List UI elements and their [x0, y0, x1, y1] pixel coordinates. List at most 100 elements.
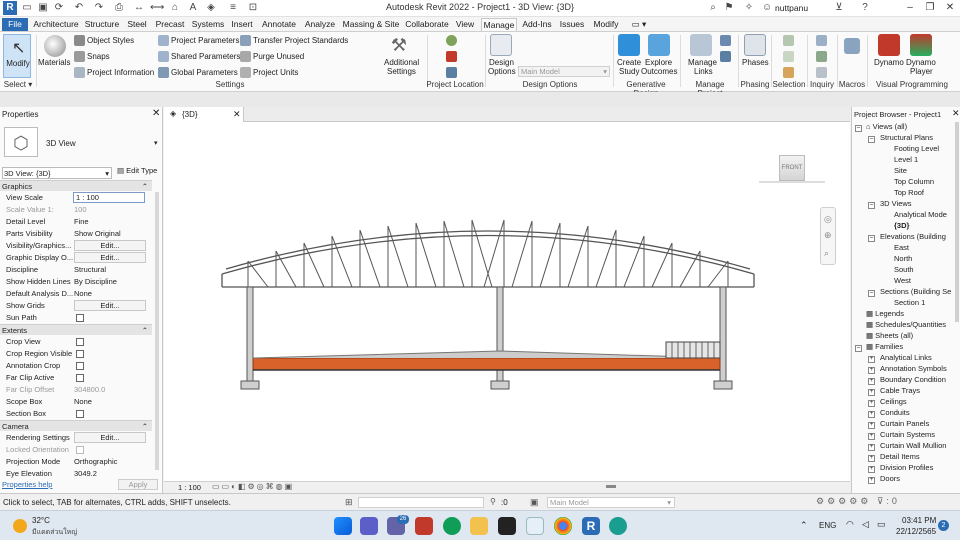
- row-view-scale[interactable]: View Scale 1 : 100: [2, 192, 145, 204]
- tab-add-ins[interactable]: Add-Ins: [520, 18, 554, 31]
- load-selection-icon[interactable]: [783, 51, 794, 62]
- revit-taskbar-icon[interactable]: R: [582, 517, 600, 535]
- view-tab-3d[interactable]: ◈ {3D} ✕: [164, 107, 244, 122]
- collapse-icon[interactable]: –: [868, 235, 875, 242]
- browser-item[interactable]: Structural Plans: [880, 133, 933, 143]
- project-information-button[interactable]: Project Information: [87, 68, 154, 77]
- browser-item[interactable]: Division Profiles: [880, 463, 933, 473]
- crop-view-checkbox[interactable]: [76, 338, 84, 346]
- windows-start-icon[interactable]: [334, 517, 352, 535]
- tab-annotate[interactable]: Annotate: [258, 18, 300, 31]
- collapse-icon[interactable]: –: [868, 202, 875, 209]
- browser-item[interactable]: Top Roof: [894, 188, 924, 198]
- save-selection-icon[interactable]: [783, 35, 794, 46]
- position-icon[interactable]: [446, 67, 457, 78]
- wrench-icon[interactable]: ⚒: [388, 34, 410, 56]
- ids-of-selection-icon[interactable]: [816, 35, 827, 46]
- view-control-icons[interactable]: ▭▭◐◧⚙◎⌘◍▣: [212, 482, 294, 491]
- drawing-area[interactable]: ◈ {3D} ✕ FRONT ◎ ⊕ ⌕ 1: 100 ▭▭◐◧⚙◎⌘◍▣: [164, 107, 850, 493]
- main-model-dropdown[interactable]: Main Model ▾: [518, 66, 610, 77]
- weather-temp[interactable]: 32°C: [32, 516, 50, 525]
- project-parameters-button[interactable]: Project Parameters: [171, 36, 239, 45]
- help-center-icon[interactable]: ✧: [742, 1, 756, 15]
- browser-item[interactable]: Cable Trays: [880, 386, 920, 396]
- tab-file[interactable]: File: [2, 18, 28, 31]
- object-styles-button[interactable]: Object Styles: [87, 36, 134, 45]
- contextual-dropdown-icon[interactable]: ▭ ▾: [625, 18, 653, 31]
- weather-icon[interactable]: [13, 519, 27, 533]
- type-dropdown-icon[interactable]: ▾: [154, 139, 158, 147]
- browser-item[interactable]: Detail Items: [880, 452, 920, 462]
- modify-button[interactable]: ↖ Modify: [3, 34, 31, 78]
- properties-close-icon[interactable]: ✕: [152, 108, 160, 119]
- browser-item[interactable]: Level 1: [894, 155, 918, 165]
- collapse-icon[interactable]: –: [868, 136, 875, 143]
- far-clip-checkbox[interactable]: [76, 374, 84, 382]
- tab-precast[interactable]: Precast: [153, 18, 187, 31]
- expand-icon[interactable]: +: [868, 356, 875, 363]
- workset-dropdown[interactable]: [358, 497, 484, 508]
- edit-selection-icon[interactable]: [783, 67, 794, 78]
- user-name[interactable]: nuttpanu: [775, 3, 808, 13]
- browser-item[interactable]: Analytical Links: [880, 353, 932, 363]
- collapse-icon[interactable]: –: [855, 345, 862, 352]
- notification-badge[interactable]: 2: [938, 520, 949, 531]
- select-by-id-icon[interactable]: [816, 51, 827, 62]
- chevron-up-icon[interactable]: ⌃: [800, 520, 808, 531]
- edge-icon[interactable]: [443, 517, 461, 535]
- browser-item[interactable]: Doors: [880, 474, 900, 484]
- expand-icon[interactable]: +: [868, 422, 875, 429]
- structure-model[interactable]: [164, 122, 850, 467]
- tab-massing-site[interactable]: Massing & Site: [340, 18, 402, 31]
- phases-button[interactable]: Phases: [742, 58, 769, 67]
- global-parameters-button[interactable]: Global Parameters: [171, 68, 238, 77]
- project-units-button[interactable]: Project Units: [253, 68, 298, 77]
- browser-scrollbar[interactable]: [955, 122, 959, 322]
- show-grids-edit-button[interactable]: Edit...: [74, 300, 146, 311]
- create-study-label-2[interactable]: Study: [619, 67, 639, 76]
- language-indicator[interactable]: ENG: [819, 521, 836, 530]
- browser-item[interactable]: Curtain Systems: [880, 430, 935, 440]
- row-detail-level[interactable]: Detail Level Fine: [2, 216, 144, 228]
- browser-item[interactable]: Elevations (Building: [880, 232, 946, 242]
- dynamo-player-icon[interactable]: [910, 34, 932, 56]
- browser-item[interactable]: Sections (Building Se: [880, 287, 951, 297]
- file-explorer-icon[interactable]: [470, 517, 488, 535]
- dynamo-player-label-2[interactable]: Player: [910, 67, 933, 76]
- row-scope-box[interactable]: Scope Box None: [2, 396, 144, 408]
- warnings-icon[interactable]: [816, 67, 827, 78]
- collapse-icon[interactable]: –: [855, 125, 862, 132]
- active-app-icon[interactable]: [526, 517, 544, 535]
- battery-icon[interactable]: ▭: [877, 519, 886, 530]
- explore-outcomes-label-2[interactable]: Outcomes: [641, 67, 677, 76]
- tab-steel[interactable]: Steel: [124, 18, 150, 31]
- properties-scrollbar[interactable]: [155, 192, 159, 470]
- autocad-icon[interactable]: [415, 517, 433, 535]
- expand-icon[interactable]: +: [868, 466, 875, 473]
- browser-item[interactable]: ▦ Schedules/Quantities: [866, 320, 946, 330]
- dynamo-player-label-1[interactable]: Dynamo: [906, 58, 936, 67]
- apply-button[interactable]: Apply: [118, 479, 158, 490]
- tab-structure[interactable]: Structure: [83, 18, 121, 31]
- editing-requests-icon[interactable]: ⚲: [490, 497, 496, 506]
- help-icon[interactable]: ?: [858, 1, 872, 15]
- group-graphics[interactable]: Graphics ⌃: [0, 180, 152, 191]
- tab-collaborate[interactable]: Collaborate: [404, 18, 450, 31]
- browser-item[interactable]: Ceilings: [880, 397, 907, 407]
- materials-button[interactable]: Materials: [38, 58, 70, 67]
- browser-item[interactable]: East: [894, 243, 909, 253]
- browser-close-icon[interactable]: ✕: [952, 108, 960, 119]
- location-icon[interactable]: [446, 35, 457, 46]
- browser-item-active[interactable]: {3D}: [894, 221, 909, 231]
- globe-app-icon[interactable]: [609, 517, 627, 535]
- row-analysis-display[interactable]: Default Analysis D... None: [2, 288, 144, 300]
- rendering-edit-button[interactable]: Edit...: [74, 432, 146, 443]
- tab-modify[interactable]: Modify: [590, 18, 622, 31]
- coordinates-icon[interactable]: [446, 51, 457, 62]
- bookmark-icon[interactable]: ⚑: [722, 1, 736, 15]
- manage-links-label-1[interactable]: Manage: [688, 58, 717, 67]
- tab-issues[interactable]: Issues: [557, 18, 587, 31]
- create-study-label-1[interactable]: Create: [617, 58, 641, 67]
- chrome-icon[interactable]: [554, 517, 572, 535]
- graphic-display-edit-button[interactable]: Edit...: [74, 252, 146, 263]
